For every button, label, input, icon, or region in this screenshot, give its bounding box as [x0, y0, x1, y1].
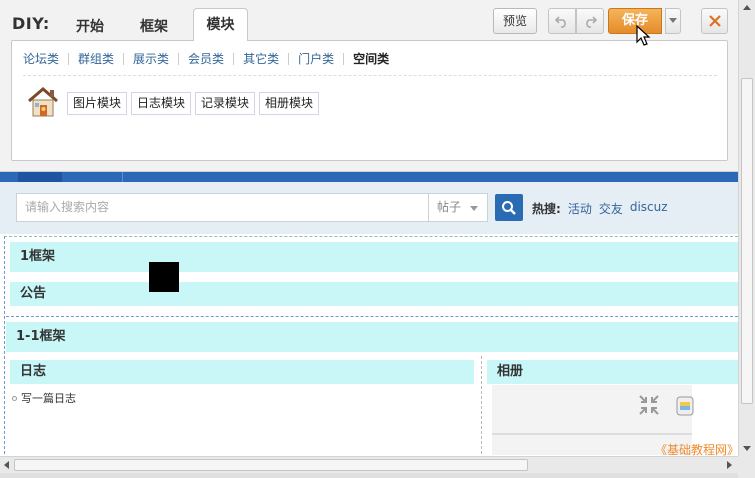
scrollbar-corner [738, 456, 755, 478]
photo-icon [676, 396, 694, 416]
divider [23, 75, 717, 76]
block-blog[interactable]: 日志 [10, 360, 474, 384]
diy-title: DIY: [12, 14, 50, 33]
vertical-scrollbar[interactable] [738, 0, 755, 460]
nav-divider [122, 172, 123, 182]
chevron-down-icon [669, 18, 677, 23]
horizontal-scroll-thumb[interactable] [14, 459, 528, 471]
search-type-value: 帖子 [437, 200, 462, 214]
redo-button[interactable] [576, 8, 604, 34]
search-icon [502, 200, 516, 215]
hot-link-friends[interactable]: 交友 [599, 200, 623, 217]
redo-icon [586, 16, 597, 28]
frame-divider [6, 316, 738, 317]
hot-search: 热搜: 活动 交友 discuz [532, 200, 668, 217]
block-album[interactable]: 相册 [487, 360, 738, 384]
tab-module[interactable]: 模块 [193, 8, 248, 41]
diy-panel: DIY: 开始 框架 模块 预览 保存 论坛类 群组类 展示类 会员类 其它类 … [0, 0, 738, 172]
nav-bar [0, 172, 738, 182]
nav-active-segment [18, 172, 62, 182]
module-record[interactable]: 记录模块 [195, 92, 256, 115]
search-button[interactable] [495, 194, 523, 221]
tab-start[interactable]: 开始 [76, 16, 104, 36]
close-button[interactable] [701, 8, 728, 34]
category-forum[interactable]: 论坛类 [23, 53, 68, 65]
tab-frame[interactable]: 框架 [140, 16, 168, 36]
mouse-cursor-icon [636, 25, 651, 46]
hot-link-discuz[interactable]: discuz [630, 200, 668, 217]
module-album[interactable]: 相册模块 [259, 92, 320, 115]
vertical-scroll-thumb[interactable] [741, 78, 753, 404]
block-announcement[interactable]: 公告 [10, 282, 738, 306]
search-input[interactable]: 请输入搜索内容 [16, 193, 428, 222]
frame-1-title[interactable]: 1框架 [10, 242, 738, 272]
undo-icon [555, 16, 566, 28]
hot-link-activity[interactable]: 活动 [568, 200, 592, 217]
write-blog-link[interactable]: 写一篇日志 [12, 390, 76, 406]
horizontal-scrollbar[interactable] [0, 456, 738, 473]
category-member[interactable]: 会员类 [178, 53, 233, 65]
preview-button[interactable]: 预览 [493, 8, 537, 34]
close-icon [708, 15, 721, 27]
window-bottom-edge [0, 473, 738, 478]
house-icon [28, 87, 58, 117]
category-portal[interactable]: 门户类 [288, 53, 343, 65]
drag-placeholder [149, 262, 179, 292]
module-blog[interactable]: 日志模块 [131, 92, 192, 115]
scroll-right-icon[interactable] [727, 461, 732, 469]
write-blog-label: 写一篇日志 [21, 392, 76, 405]
scroll-up-icon[interactable] [743, 5, 751, 10]
category-other[interactable]: 其它类 [233, 53, 288, 65]
hot-search-label: 热搜: [532, 202, 561, 216]
diy-workspace: 1框架 公告 1-1框架 日志 相册 写一篇日志 《基础教程网》 [0, 234, 739, 457]
save-dropdown-button[interactable] [665, 8, 681, 34]
category-list: 论坛类 群组类 展示类 会员类 其它类 门户类 空间类 [23, 51, 398, 67]
column-divider [481, 356, 482, 454]
scroll-left-icon[interactable] [4, 461, 9, 469]
chevron-down-icon [470, 206, 478, 211]
category-group[interactable]: 群组类 [68, 53, 123, 65]
module-panel: 论坛类 群组类 展示类 会员类 其它类 门户类 空间类 图片模块 日志模块 记录… [11, 40, 728, 161]
save-button[interactable]: 保存 [608, 8, 662, 34]
bullet-icon [12, 395, 17, 401]
album-divider [492, 433, 692, 435]
category-space[interactable]: 空间类 [343, 53, 398, 65]
search-bar: 请输入搜索内容 帖子 热搜: 活动 交友 discuz [0, 182, 738, 234]
module-list: 图片模块 日志模块 记录模块 相册模块 [67, 92, 320, 115]
frame-2-title[interactable]: 1-1框架 [6, 322, 738, 352]
undo-button[interactable] [548, 8, 576, 34]
page: DIY: 开始 框架 模块 预览 保存 论坛类 群组类 展示类 会员类 其它类 … [0, 0, 755, 478]
category-display[interactable]: 展示类 [123, 53, 178, 65]
scroll-down-icon[interactable] [743, 446, 751, 451]
shrink-icon [639, 395, 659, 415]
module-image[interactable]: 图片模块 [67, 92, 128, 115]
search-type-select[interactable]: 帖子 [428, 193, 488, 222]
